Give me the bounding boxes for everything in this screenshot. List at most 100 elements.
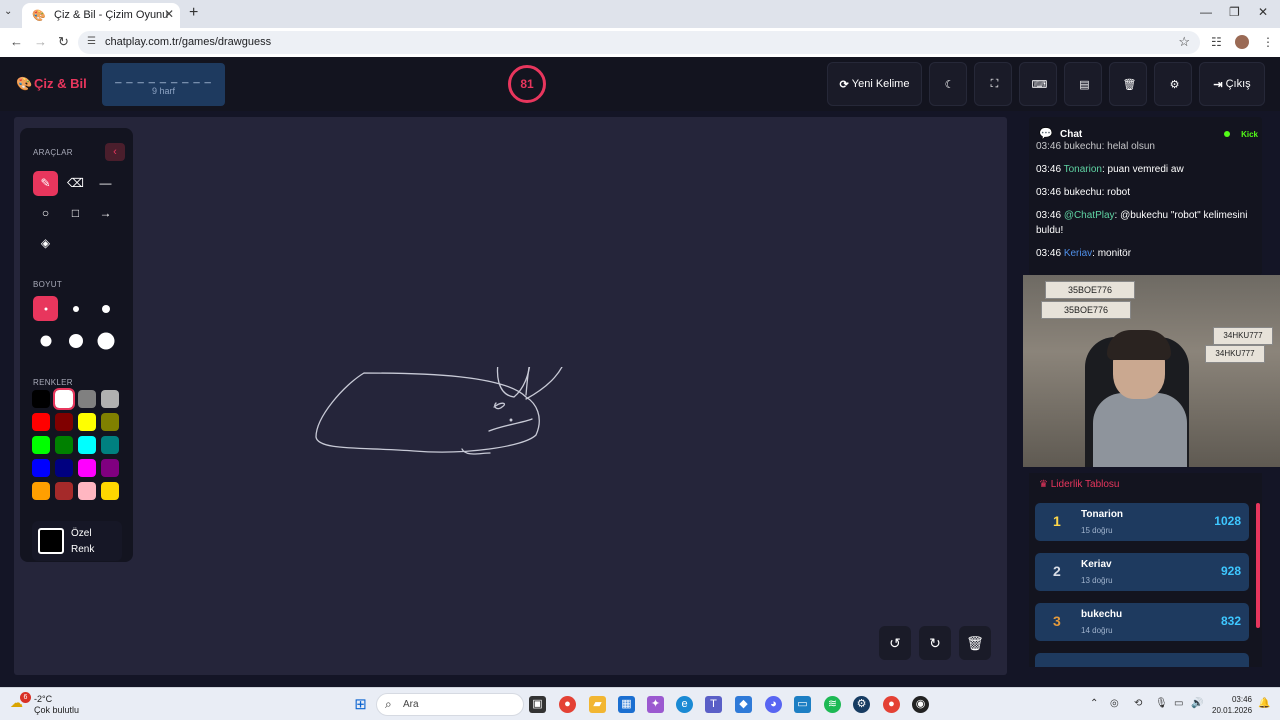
leaderboard-row[interactable]: 2 Keriav 13 doğru 928	[1035, 553, 1249, 591]
weather-icon[interactable]: ☁	[8, 694, 25, 711]
size-option-5[interactable]	[63, 328, 88, 353]
color-swatch[interactable]	[78, 390, 96, 408]
leaderboard-row[interactable]	[1035, 653, 1249, 667]
microphone-icon[interactable]: 🎙	[1155, 698, 1168, 709]
store-icon[interactable]: ▦	[618, 696, 635, 713]
exit-button[interactable]: ⇥ Çıkış	[1199, 62, 1265, 106]
keyboard-button[interactable]: ⌨	[1019, 62, 1057, 106]
chrome-icon[interactable]: ●	[559, 696, 576, 713]
chat-message-user[interactable]: Tonarion	[1064, 164, 1102, 175]
custom-color-button[interactable]: Özel Renk	[32, 521, 122, 561]
delete-button[interactable]: 🗑	[1109, 62, 1147, 106]
file-explorer-icon[interactable]: ▰	[589, 696, 606, 713]
rectangle-tool[interactable]: □	[63, 201, 88, 226]
archive-button[interactable]: ▤	[1064, 62, 1102, 106]
fill-tool[interactable]: ◈	[33, 231, 58, 256]
color-swatch[interactable]	[32, 390, 50, 408]
circle-tool[interactable]: ○	[33, 201, 58, 226]
chrome-menu-icon[interactable]: ⋮	[1262, 35, 1274, 49]
leaderboard-scrollbar[interactable]	[1256, 503, 1260, 628]
size-option-6[interactable]	[93, 328, 118, 353]
chrome-active-icon[interactable]: ●	[883, 696, 900, 713]
dark-mode-button[interactable]: ☾	[929, 62, 967, 106]
edge-icon[interactable]: e	[676, 696, 693, 713]
color-swatch[interactable]	[78, 436, 96, 454]
back-arrow-icon[interactable]: ←	[10, 34, 23, 49]
size-option-4[interactable]	[33, 328, 58, 353]
clear-canvas-button[interactable]: 🗑	[959, 626, 991, 660]
size-option-1[interactable]	[33, 296, 58, 321]
chat-message-user[interactable]: bukechu	[1064, 141, 1102, 152]
browser-tab-active[interactable]: 🎨 Çiz & Bil - Çizim Oyunu ✕	[22, 3, 180, 28]
color-swatch[interactable]	[55, 482, 73, 500]
color-swatch[interactable]	[101, 459, 119, 477]
forward-arrow-icon[interactable]: →	[34, 34, 47, 49]
undo-button[interactable]: ↺	[879, 626, 911, 660]
color-swatch[interactable]	[101, 482, 119, 500]
site-info-icon[interactable]: ☰	[87, 36, 96, 47]
profile-avatar[interactable]	[1235, 35, 1249, 49]
color-swatch[interactable]	[32, 459, 50, 477]
leaderboard-row[interactable]: 1 Tonarion 15 doğru 1028	[1035, 503, 1249, 541]
color-swatch[interactable]	[55, 413, 73, 431]
redo-button[interactable]: ↻	[919, 626, 951, 660]
new-word-button[interactable]: ⟳ Yeni Kelime	[827, 62, 922, 106]
windows-start-icon[interactable]: ⊞	[352, 696, 369, 713]
size-option-3[interactable]	[93, 296, 118, 321]
chat-message-user[interactable]: @ChatPlay	[1064, 210, 1115, 221]
color-swatch[interactable]	[55, 459, 73, 477]
github-icon[interactable]: ◉	[912, 696, 929, 713]
monitor-app-icon[interactable]: ▭	[794, 696, 811, 713]
color-swatch[interactable]	[101, 390, 119, 408]
line-tool[interactable]: —	[93, 171, 118, 196]
network-icon[interactable]: ▭	[1174, 698, 1183, 709]
volume-icon[interactable]: 🔊	[1191, 698, 1203, 709]
notification-bell-icon[interactable]: 🔔	[1258, 698, 1270, 709]
arrow-tool[interactable]: →	[93, 201, 118, 226]
teams-icon[interactable]: T	[705, 696, 722, 713]
eraser-tool[interactable]: ⌫	[63, 171, 88, 196]
tray-sync-icon[interactable]: ⟲	[1134, 698, 1142, 709]
minimize-icon[interactable]: —	[1200, 5, 1212, 19]
steam-icon[interactable]: ⚙	[853, 696, 870, 713]
task-view-icon[interactable]: ▣	[529, 696, 546, 713]
color-swatch[interactable]	[78, 413, 96, 431]
color-swatch[interactable]	[32, 413, 50, 431]
color-swatch[interactable]	[101, 436, 119, 454]
collapse-panel-button[interactable]: ‹	[105, 143, 125, 161]
leaderboard-row[interactable]: 3 bukechu 14 doğru 832	[1035, 603, 1249, 641]
taskbar-search[interactable]: ⌕ Ara	[376, 693, 524, 716]
size-option-2[interactable]	[63, 296, 88, 321]
tray-overflow-icon[interactable]: ⌃	[1090, 698, 1098, 709]
color-swatch[interactable]	[32, 482, 50, 500]
window-close-icon[interactable]: ✕	[1258, 5, 1268, 19]
media-queue-icon[interactable]: ☷	[1211, 35, 1222, 49]
color-swatch[interactable]	[101, 413, 119, 431]
color-swatch[interactable]	[78, 459, 96, 477]
system-clock[interactable]: 03:46 20.01.2026	[1212, 694, 1252, 716]
copilot-icon[interactable]: ✦	[647, 696, 664, 713]
reload-icon[interactable]: ↻	[58, 34, 69, 50]
chat-messages[interactable]: 03:46 bukechu: helal olsun 03:46 Tonarion…	[1036, 141, 1256, 269]
brush-tool[interactable]: ✎	[33, 171, 58, 196]
chat-message-user[interactable]: bukechu	[1064, 187, 1102, 198]
drawing-canvas[interactable]: ARAÇLAR ‹ ✎ ⌫ — ○ □ → ◈ BOYUT RENKLER Öz…	[14, 117, 1007, 675]
app-icon[interactable]: ◆	[735, 696, 752, 713]
restore-icon[interactable]: ❐	[1229, 5, 1240, 19]
bookmark-star-icon[interactable]: ☆	[1178, 34, 1190, 50]
color-swatch[interactable]	[55, 436, 73, 454]
color-swatch[interactable]	[53, 388, 75, 410]
color-swatch[interactable]	[32, 436, 50, 454]
color-swatch[interactable]	[78, 482, 96, 500]
settings-button[interactable]: ⚙	[1154, 62, 1192, 106]
url-field[interactable]: ☰ chatplay.com.tr/games/drawguess ☆	[78, 31, 1200, 54]
fullscreen-button[interactable]: ⛶	[974, 62, 1012, 106]
spotify-icon[interactable]: ≋	[824, 696, 841, 713]
tab-list-chevron-icon[interactable]: ⌄	[4, 6, 12, 17]
new-tab-plus-icon[interactable]: +	[189, 4, 198, 22]
tab-close-icon[interactable]: ✕	[164, 7, 174, 21]
platform-badge: Kick	[1241, 130, 1258, 139]
tray-app-icon[interactable]: ◎	[1110, 698, 1119, 709]
chat-message-user[interactable]: Keriav	[1064, 248, 1092, 259]
discord-icon[interactable]: ◕	[765, 696, 782, 713]
